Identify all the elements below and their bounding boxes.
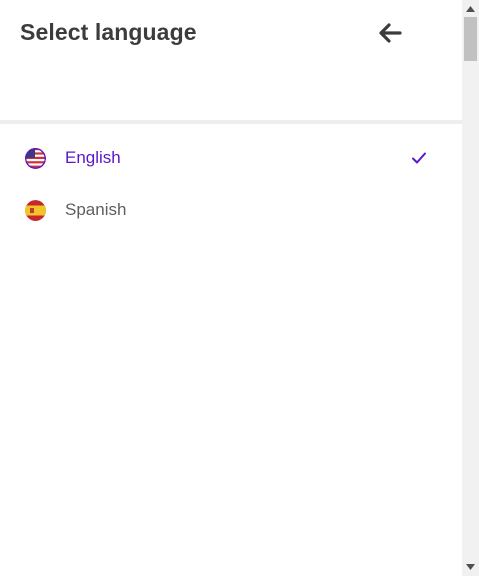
arrow-left-icon — [379, 23, 402, 43]
page-title: Select language — [20, 19, 197, 45]
scroll-down-icon[interactable] — [462, 560, 479, 574]
header: Select language — [0, 0, 462, 120]
panel-content: Select language English Spanish — [0, 0, 462, 576]
divider — [0, 120, 462, 124]
language-label: Spanish — [65, 200, 127, 219]
us-flag-icon — [25, 147, 46, 169]
spain-flag-icon — [25, 199, 46, 221]
back-button[interactable] — [376, 20, 404, 46]
language-label: English — [65, 148, 121, 167]
language-option-spanish[interactable]: Spanish — [0, 184, 462, 236]
scroll-thumb[interactable] — [464, 17, 477, 61]
scrollbar[interactable] — [462, 0, 479, 576]
scroll-up-icon[interactable] — [462, 2, 479, 16]
checkmark-icon — [410, 149, 428, 167]
language-list: English Spanish — [0, 132, 462, 236]
language-panel: Select language English Spanish — [0, 0, 479, 576]
language-option-english[interactable]: English — [0, 132, 462, 184]
